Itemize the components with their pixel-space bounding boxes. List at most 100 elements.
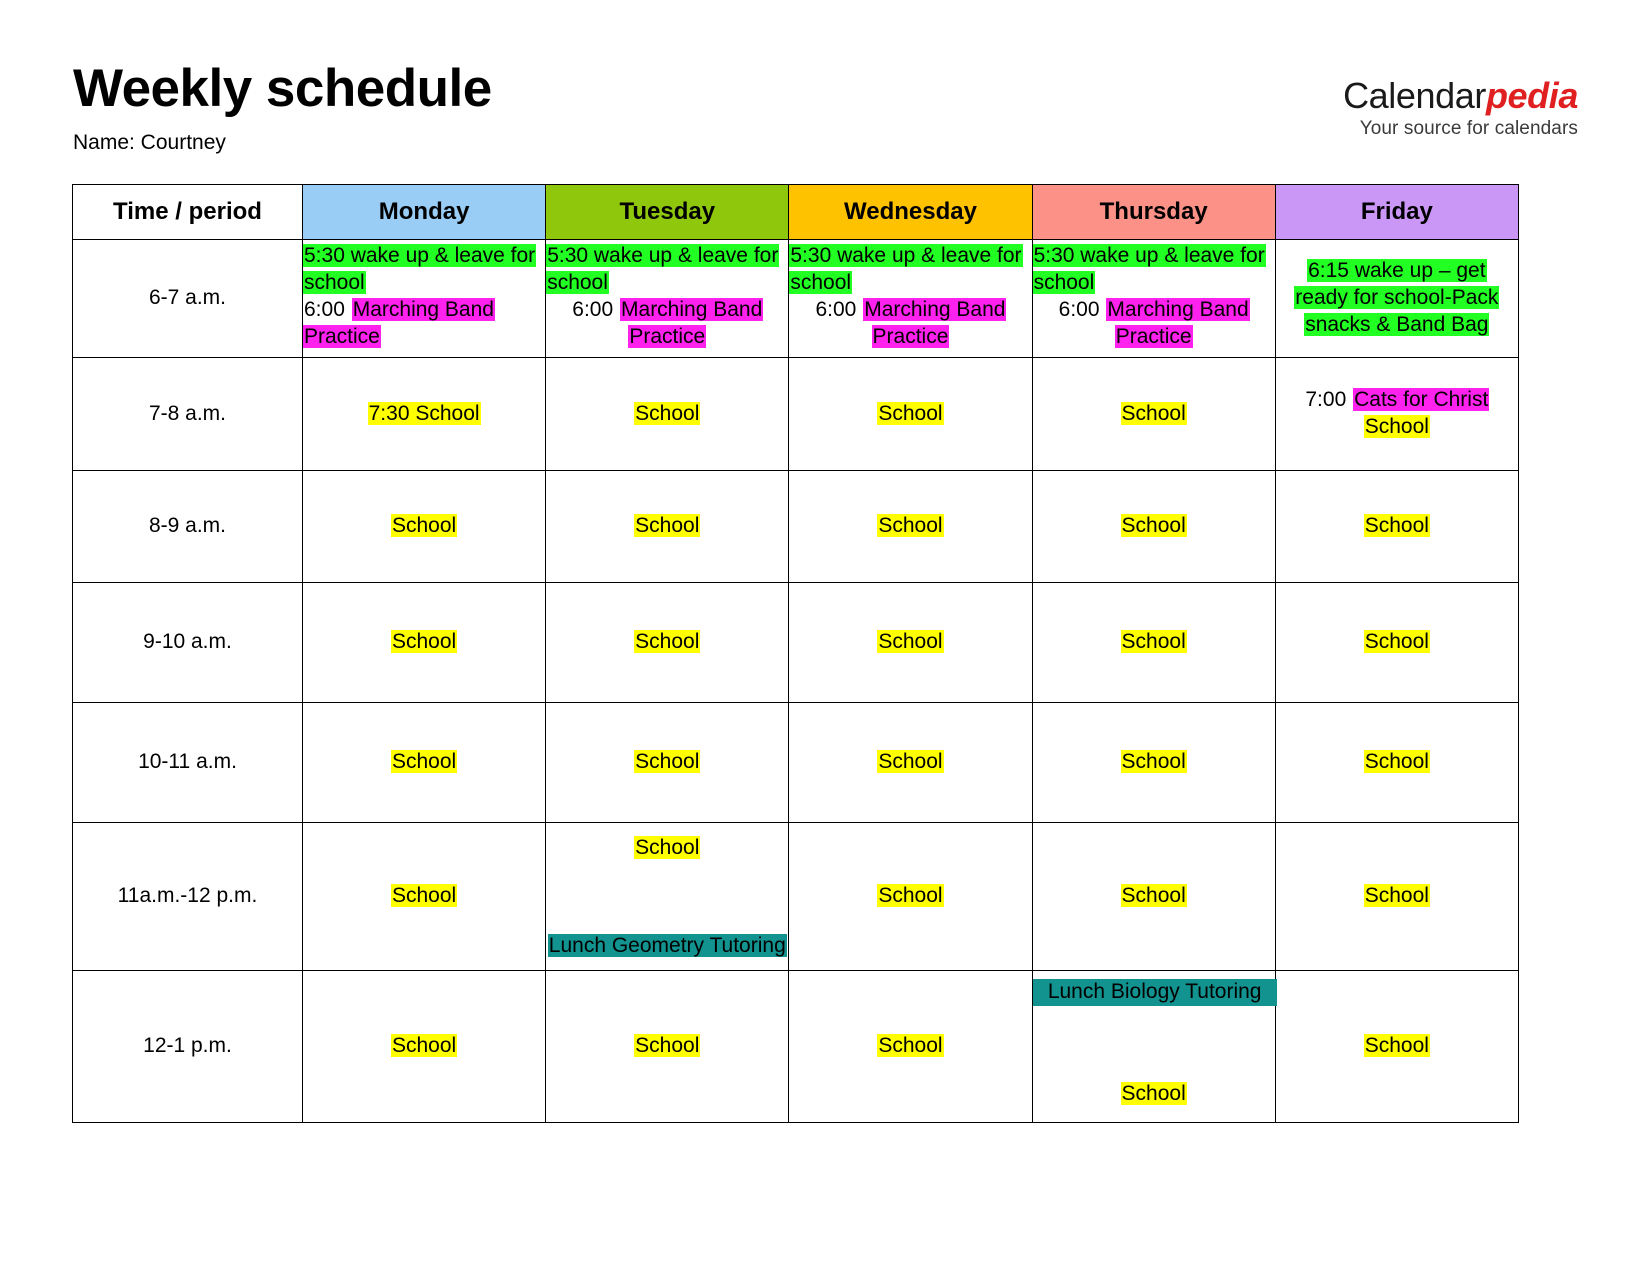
entry-text: School xyxy=(877,1034,944,1058)
entry-text: 6:15 wake up – get ready for school-Pack… xyxy=(1294,259,1500,336)
entry-text: School xyxy=(390,884,458,908)
entry-text: School xyxy=(634,836,701,859)
cell-friday-8-9[interactable]: School xyxy=(1274,470,1519,583)
page-title: Weekly schedule xyxy=(73,59,492,118)
entry-text: School xyxy=(1363,884,1430,908)
table-row: 12-1 p.m. School School School Lunch Bio… xyxy=(72,970,1519,1123)
logo-text-pedia: pedia xyxy=(1485,75,1578,116)
cell-monday-10-11[interactable]: School xyxy=(301,702,547,823)
cell-monday-6-7[interactable]: 5:30 wake up & leave for school 6:00 Mar… xyxy=(301,239,547,358)
entry-text: School xyxy=(1120,630,1187,654)
table-row: 7-8 a.m. 7:30 School School School Schoo… xyxy=(72,357,1519,471)
cell-monday-8-9[interactable]: School xyxy=(301,470,547,583)
entry-text: School xyxy=(1120,884,1187,908)
cell-wednesday-10-11[interactable]: School xyxy=(788,702,1033,823)
cell-thursday-11-12[interactable]: School xyxy=(1031,822,1276,971)
cell-friday-9-10[interactable]: School xyxy=(1274,582,1519,703)
table-body: 6-7 a.m. 5:30 wake up & leave for school… xyxy=(72,239,1519,1123)
weekly-schedule-table: Time / period Monday Tuesday Wednesday T… xyxy=(72,184,1519,1123)
cell-thursday-10-11[interactable]: School xyxy=(1031,702,1276,823)
table-row: 9-10 a.m. School School School School Sc… xyxy=(72,582,1519,703)
entry-text: Lunch Biology Tutoring xyxy=(1032,979,1277,1006)
entry-text: School xyxy=(634,630,701,654)
cell-wednesday-11-12[interactable]: School xyxy=(788,822,1033,971)
cell-wednesday-6-7[interactable]: 5:30 wake up & leave for school 6:00 Mar… xyxy=(788,239,1033,358)
entry-text: 5:30 wake up & leave for school xyxy=(789,244,1023,294)
entry-text: School xyxy=(877,750,944,774)
table-row: 6-7 a.m. 5:30 wake up & leave for school… xyxy=(72,239,1519,358)
table-row: 10-11 a.m. School School School School S… xyxy=(72,702,1519,823)
page-header: Weekly schedule Name: Courtney Calendarp… xyxy=(73,62,1578,172)
entry-text: School xyxy=(1363,415,1430,438)
entry-text: 5:30 wake up & leave for school xyxy=(546,244,780,294)
title-block: Weekly schedule Name: Courtney xyxy=(73,62,492,153)
cell-thursday-6-7[interactable]: 5:30 wake up & leave for school 6:00 Mar… xyxy=(1031,239,1276,358)
cell-tuesday-9-10[interactable]: School xyxy=(545,582,790,703)
cell-monday-12-1[interactable]: School xyxy=(301,970,547,1123)
column-header-thursday: Thursday xyxy=(1031,184,1276,240)
calendarpedia-logo[interactable]: Calendarpedia Your source for calendars xyxy=(1343,78,1578,140)
entry-text: 6:00 Marching Band Practice xyxy=(1058,297,1250,348)
cell-wednesday-7-8[interactable]: School xyxy=(788,357,1033,471)
schedule-page: Weekly schedule Name: Courtney Calendarp… xyxy=(0,0,1651,1276)
cell-monday-11-12[interactable]: School xyxy=(301,822,547,971)
time-label-7-8: 7-8 a.m. xyxy=(72,357,303,471)
entry-text: School xyxy=(1120,401,1187,425)
entry-text: School xyxy=(877,884,944,908)
entry-text: 6:00 Marching Band Practice xyxy=(815,297,1007,348)
cell-wednesday-12-1[interactable]: School xyxy=(788,970,1033,1123)
entry-text: 5:30 wake up & leave for school xyxy=(1032,244,1266,294)
column-header-time: Time / period xyxy=(72,184,303,240)
entry-text: School xyxy=(390,750,458,774)
entry-text: School xyxy=(1363,630,1430,654)
cell-tuesday-6-7[interactable]: 5:30 wake up & leave for school 6:00 Mar… xyxy=(545,239,790,358)
entry-text: School xyxy=(1120,1082,1187,1106)
cell-thursday-8-9[interactable]: School xyxy=(1031,470,1276,583)
column-header-tuesday: Tuesday xyxy=(545,184,790,240)
name-field: Name: Courtney xyxy=(73,131,226,154)
time-label-11-12: 11a.m.-12 p.m. xyxy=(72,822,303,971)
table-header-row-group: Time / period Monday Tuesday Wednesday T… xyxy=(72,184,1519,240)
cell-monday-7-8[interactable]: 7:30 School xyxy=(301,357,547,471)
entry-text: School xyxy=(390,1034,458,1058)
cell-friday-10-11[interactable]: School xyxy=(1274,702,1519,823)
entry-text: School xyxy=(877,401,944,425)
entry-text: 5:30 wake up & leave for school xyxy=(303,244,537,294)
cell-friday-7-8[interactable]: 7:00 Cats for Christ School xyxy=(1274,357,1519,471)
schedule-table-wrapper: Time / period Monday Tuesday Wednesday T… xyxy=(72,184,1519,1123)
cell-tuesday-12-1[interactable]: School xyxy=(545,970,790,1123)
column-header-monday: Monday xyxy=(301,184,547,240)
cell-wednesday-9-10[interactable]: School xyxy=(788,582,1033,703)
cell-tuesday-10-11[interactable]: School xyxy=(545,702,790,823)
cell-monday-9-10[interactable]: School xyxy=(301,582,547,703)
entry-text: School xyxy=(634,514,701,538)
time-label-10-11: 10-11 a.m. xyxy=(72,702,303,823)
cell-wednesday-8-9[interactable]: School xyxy=(788,470,1033,583)
entry-text: School xyxy=(1120,514,1187,538)
cell-tuesday-11-12[interactable]: School Lunch Geometry Tutoring xyxy=(545,822,790,971)
logo-tagline: Your source for calendars xyxy=(1359,118,1578,139)
column-header-friday: Friday xyxy=(1274,184,1519,240)
cell-thursday-12-1[interactable]: Lunch Biology Tutoring School xyxy=(1031,970,1277,1123)
cell-friday-6-7[interactable]: 6:15 wake up – get ready for school-Pack… xyxy=(1274,239,1519,358)
time-label-8-9: 8-9 a.m. xyxy=(72,470,303,583)
cell-friday-12-1[interactable]: School xyxy=(1274,970,1519,1123)
entry-text: School xyxy=(390,630,458,654)
cell-friday-11-12[interactable]: School xyxy=(1274,822,1519,971)
cell-tuesday-7-8[interactable]: School xyxy=(545,357,790,471)
entry-text: School xyxy=(1363,1034,1430,1058)
logo-text-calendar: Calendar xyxy=(1343,75,1486,116)
cell-tuesday-8-9[interactable]: School xyxy=(545,470,790,583)
table-row: 8-9 a.m. School School School School Sch… xyxy=(72,470,1519,583)
time-label-12-1: 12-1 p.m. xyxy=(72,970,303,1123)
entry-text: School xyxy=(1120,750,1187,774)
table-row: 11a.m.-12 p.m. School School Lunch Geome… xyxy=(72,822,1519,971)
cell-thursday-7-8[interactable]: School xyxy=(1031,357,1276,471)
entry-text: School xyxy=(877,514,944,538)
table-header-row: Time / period Monday Tuesday Wednesday T… xyxy=(72,184,1519,240)
logo-wordmark: Calendarpedia xyxy=(1343,78,1578,114)
column-header-wednesday: Wednesday xyxy=(788,184,1033,240)
entry-text: 7:30 School xyxy=(367,401,481,425)
entry-text: 6:00 Marching Band Practice xyxy=(572,297,764,348)
cell-thursday-9-10[interactable]: School xyxy=(1031,582,1276,703)
